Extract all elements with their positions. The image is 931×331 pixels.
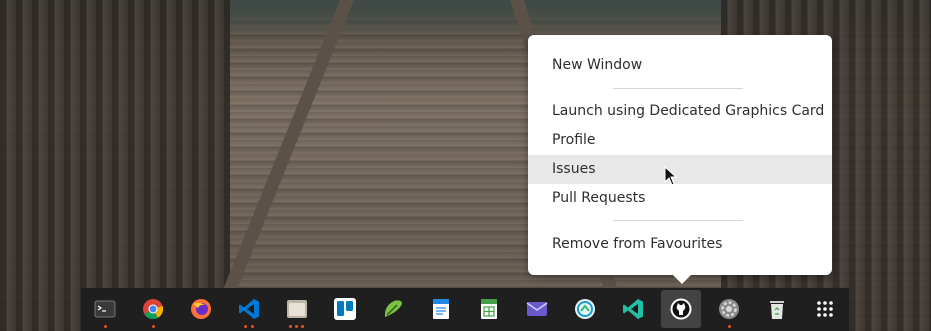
dock-item-firefox[interactable] xyxy=(179,288,223,331)
dock-item-settings[interactable] xyxy=(707,288,751,331)
vscode-icon xyxy=(239,299,259,319)
dock-item-trello[interactable] xyxy=(323,288,367,331)
mouse-cursor-icon xyxy=(664,166,678,186)
menu-item-label: Pull Requests xyxy=(552,190,646,206)
dock-item-vscode-insiders[interactable] xyxy=(611,288,655,331)
wallpaper-left-railing xyxy=(0,0,230,331)
recycle-bin-icon xyxy=(770,301,784,319)
running-indicator xyxy=(251,325,254,328)
menu-item-issues[interactable]: Issues xyxy=(528,155,832,184)
running-indicator xyxy=(289,325,292,328)
menu-item-label: Profile xyxy=(552,132,596,148)
dock-item-terminal[interactable] xyxy=(83,288,127,331)
menu-item-pull-requests[interactable]: Pull Requests xyxy=(528,184,832,213)
menu-separator xyxy=(613,220,743,221)
running-indicator xyxy=(152,325,155,328)
menu-item-new-window[interactable]: New Window xyxy=(528,51,832,80)
running-indicator xyxy=(104,325,107,328)
trello-icon xyxy=(334,298,356,320)
pencil-app-icon xyxy=(384,300,402,317)
dock-item-recycle-bin[interactable] xyxy=(755,288,799,331)
chrome-icon xyxy=(143,299,164,320)
menu-separator xyxy=(613,88,743,89)
running-indicator xyxy=(244,325,247,328)
web-app-icon xyxy=(575,299,595,319)
files-icon xyxy=(287,300,307,318)
menu-item-dedicated-graphics[interactable]: Launch using Dedicated Graphics Card xyxy=(528,97,832,126)
menu-item-label: Launch using Dedicated Graphics Card xyxy=(552,103,825,119)
running-indicator xyxy=(728,325,731,328)
github-icon xyxy=(670,298,692,320)
mail-icon xyxy=(526,302,548,316)
dock-item-document[interactable] xyxy=(419,288,463,331)
spreadsheet-icon xyxy=(481,299,497,319)
document-icon xyxy=(433,299,449,319)
dock-item-spreadsheet[interactable] xyxy=(467,288,511,331)
show-apps-button[interactable] xyxy=(803,288,847,331)
menu-item-profile[interactable]: Profile xyxy=(528,126,832,155)
menu-item-label: Remove from Favourites xyxy=(552,236,723,252)
dock-item-chrome[interactable] xyxy=(131,288,175,331)
show-apps-icon xyxy=(817,301,833,317)
dock-item-pencil[interactable] xyxy=(371,288,415,331)
terminal-icon xyxy=(94,300,116,318)
menu-item-label: Issues xyxy=(552,161,596,177)
context-menu-pointer xyxy=(672,274,692,284)
dock-item-files[interactable] xyxy=(275,288,319,331)
dock-item-mail[interactable] xyxy=(515,288,559,331)
menu-item-remove-favourites[interactable]: Remove from Favourites xyxy=(528,230,832,259)
settings-icon xyxy=(719,299,739,319)
vscode-insiders-icon xyxy=(623,299,643,319)
running-indicator xyxy=(301,325,304,328)
dock-item-web-app[interactable] xyxy=(563,288,607,331)
app-context-menu: New Window Launch using Dedicated Graphi… xyxy=(528,35,832,275)
firefox-icon xyxy=(191,299,211,319)
menu-item-label: New Window xyxy=(552,57,643,73)
dock-item-github[interactable] xyxy=(659,288,703,331)
dock-item-vscode[interactable] xyxy=(227,288,271,331)
running-indicator xyxy=(295,325,298,328)
dock xyxy=(81,288,849,331)
